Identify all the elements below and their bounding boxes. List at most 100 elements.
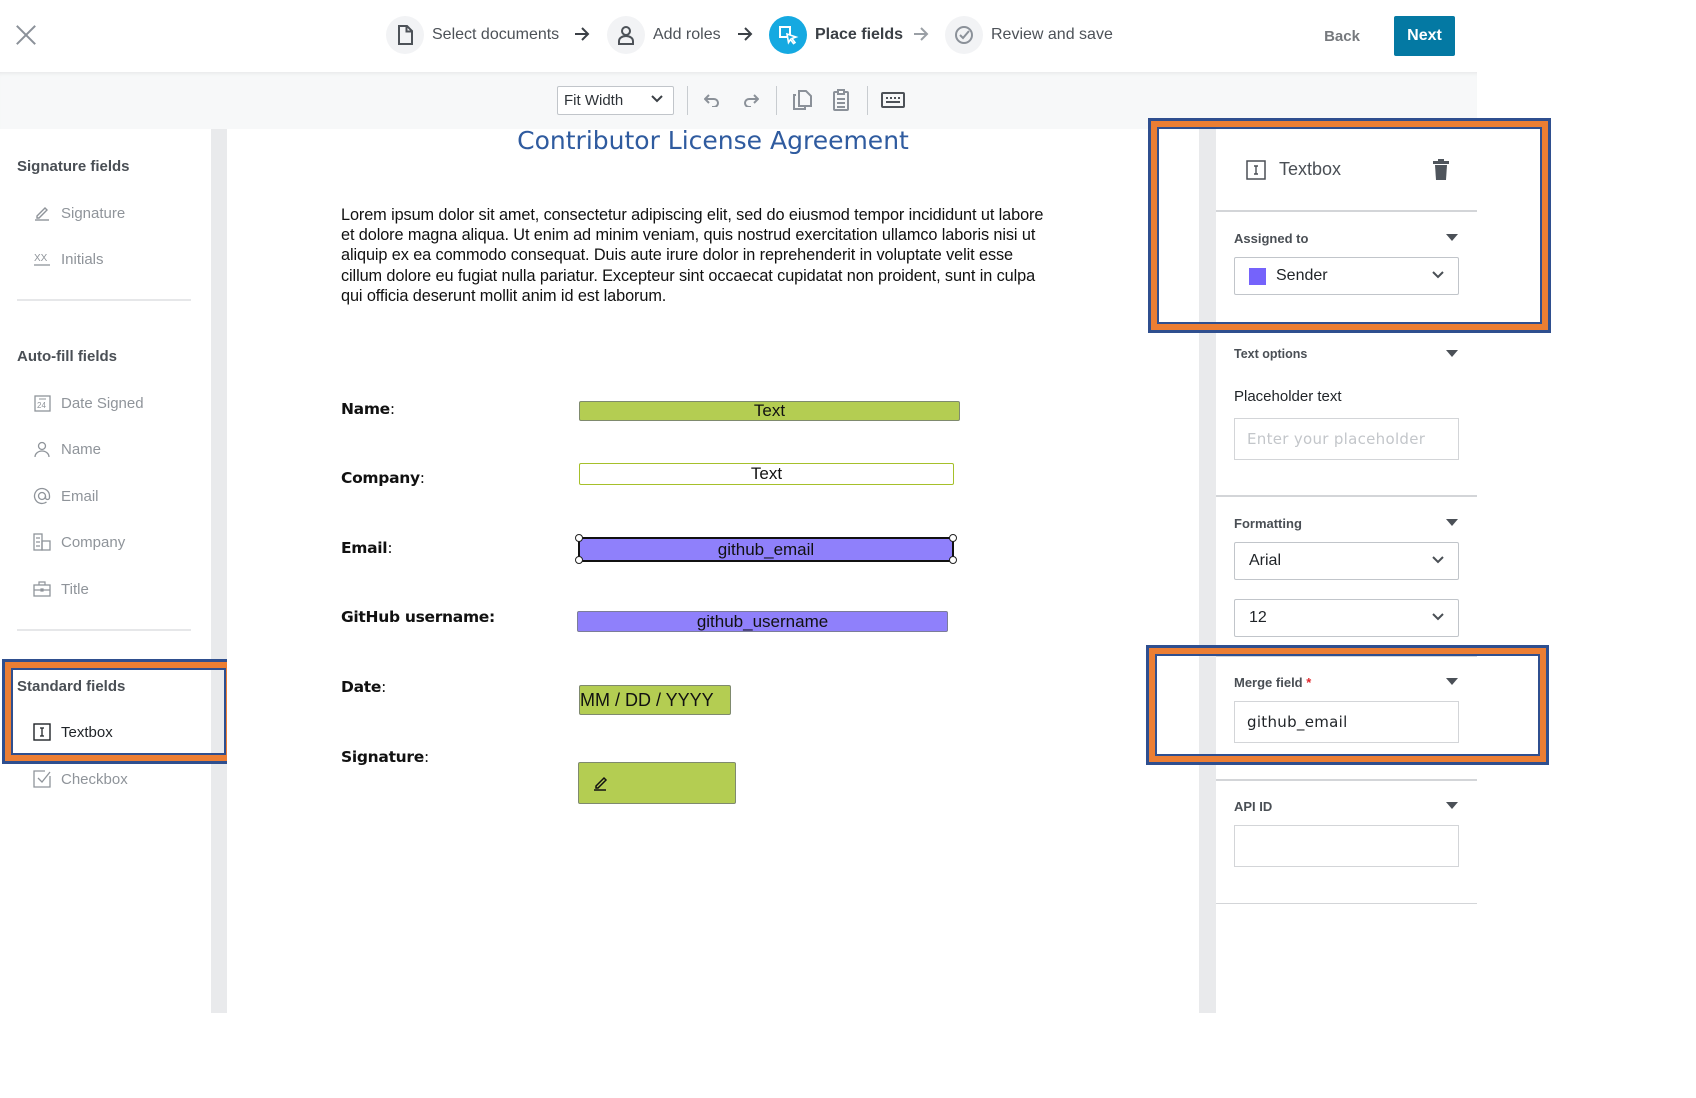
section-title-auto-fill-fields: Auto-fill fields bbox=[17, 348, 117, 365]
step-review-and-save[interactable]: Review and save bbox=[945, 16, 1113, 54]
doc-label-date: Date: bbox=[341, 678, 386, 696]
building-icon bbox=[33, 533, 51, 551]
collapse-caret-icon[interactable] bbox=[1446, 802, 1458, 809]
zoom-select[interactable]: Fit Width bbox=[557, 86, 674, 115]
sidebar-item-initials[interactable]: XX Initials bbox=[33, 247, 104, 271]
placed-field-signature[interactable] bbox=[578, 762, 736, 804]
step-add-roles[interactable]: Add roles bbox=[607, 16, 721, 54]
assigned-to-select[interactable]: Sender bbox=[1234, 257, 1459, 295]
sidebar-item-label: Date Signed bbox=[61, 394, 144, 412]
step-label: Add roles bbox=[653, 26, 721, 43]
body-line: et dolore magna aliqua. Ut enim ad minim… bbox=[341, 226, 1036, 245]
sidebar-item-title[interactable]: Title bbox=[33, 577, 89, 601]
body-line: qui officia deserunt mollit anim id est … bbox=[341, 286, 667, 305]
copy-icon[interactable] bbox=[790, 88, 814, 112]
placed-field-github-username[interactable]: github_username bbox=[577, 611, 948, 632]
assigned-to-label: Assigned to bbox=[1234, 231, 1309, 246]
section-title-standard-fields: Standard fields bbox=[17, 678, 126, 695]
undo-icon[interactable] bbox=[700, 88, 724, 112]
text-options-label: Text options bbox=[1234, 347, 1308, 361]
sidebar-item-email[interactable]: Email bbox=[33, 484, 99, 508]
sidebar-item-label: Checkbox bbox=[61, 770, 128, 788]
document-body: Lorem ipsum dolor sit amet, consectetur … bbox=[341, 205, 1086, 306]
chevron-down-icon bbox=[1432, 271, 1444, 279]
step-place-fields[interactable]: Place fields bbox=[769, 16, 903, 54]
collapse-caret-icon[interactable] bbox=[1446, 519, 1458, 526]
zoom-select-value: Fit Width bbox=[564, 92, 624, 109]
arrow-right-icon bbox=[914, 27, 929, 41]
font-family-value: Arial bbox=[1249, 552, 1282, 569]
briefcase-icon bbox=[33, 580, 51, 598]
chevron-down-icon bbox=[1432, 613, 1444, 621]
sidebar-item-name[interactable]: Name bbox=[33, 437, 101, 461]
properties-field-type: Textbox bbox=[1279, 159, 1342, 179]
formatting-label: Formatting bbox=[1234, 516, 1302, 531]
section-title-signature-fields: Signature fields bbox=[17, 158, 130, 175]
redo-icon[interactable] bbox=[739, 88, 763, 112]
next-button[interactable]: Next bbox=[1394, 16, 1455, 56]
sidebar-item-checkbox[interactable]: Checkbox bbox=[33, 767, 128, 791]
panel-divider bbox=[1216, 903, 1477, 904]
step-label: Select documents bbox=[432, 26, 560, 43]
sidebar-item-label: Title bbox=[61, 580, 89, 598]
doc-label-company: Company: bbox=[341, 469, 425, 487]
resize-handle[interactable] bbox=[949, 556, 957, 564]
arrow-right-icon bbox=[575, 27, 590, 41]
required-marker: * bbox=[1306, 675, 1312, 690]
calendar-icon: 24 bbox=[33, 394, 51, 412]
body-line: cillum dolore eu fugiat nulla pariatur. … bbox=[341, 266, 1036, 285]
field-palette-sidebar bbox=[0, 129, 211, 1098]
resize-handle[interactable] bbox=[949, 534, 957, 542]
placeholder-text-input[interactable] bbox=[1234, 418, 1459, 460]
toolbar-divider bbox=[776, 86, 777, 115]
step-label: Place fields bbox=[815, 26, 904, 43]
api-id-input[interactable] bbox=[1234, 825, 1459, 867]
svg-text:24: 24 bbox=[37, 401, 46, 410]
checkbox-icon bbox=[33, 770, 51, 788]
resize-handle[interactable] bbox=[575, 556, 583, 564]
back-button[interactable]: Back bbox=[1313, 24, 1371, 50]
sidebar-item-date-signed[interactable]: 24 Date Signed bbox=[33, 391, 144, 415]
paste-icon[interactable] bbox=[829, 88, 853, 112]
doc-label-email: Email: bbox=[341, 539, 393, 557]
sidebar-item-label: Initials bbox=[61, 250, 104, 268]
check-circle-icon bbox=[945, 16, 983, 54]
collapse-caret-icon[interactable] bbox=[1446, 350, 1458, 357]
close-icon[interactable] bbox=[14, 22, 38, 46]
sidebar-item-label: Email bbox=[61, 487, 99, 505]
panel-divider bbox=[1216, 210, 1477, 212]
doc-label-name: Name: bbox=[341, 400, 395, 418]
at-icon bbox=[33, 487, 51, 505]
merge-field-input[interactable] bbox=[1234, 701, 1459, 743]
placed-field-date[interactable]: MM / DD / YYYY bbox=[579, 685, 731, 715]
sidebar-item-label: Signature bbox=[61, 204, 126, 222]
body-line: Lorem ipsum dolor sit amet, consectetur … bbox=[341, 206, 1044, 224]
collapse-caret-icon[interactable] bbox=[1446, 678, 1458, 685]
placed-field-email[interactable]: github_email bbox=[578, 537, 954, 562]
placed-field-company[interactable]: Text bbox=[579, 463, 954, 485]
font-size-value: 12 bbox=[1249, 609, 1267, 626]
api-id-label: API ID bbox=[1234, 799, 1273, 814]
resize-handle[interactable] bbox=[575, 534, 583, 542]
sidebar-item-textbox[interactable]: Textbox bbox=[33, 720, 113, 744]
placed-field-name[interactable]: Text bbox=[579, 401, 960, 421]
assigned-to-value: Sender bbox=[1276, 267, 1328, 284]
sidebar-item-company[interactable]: Company bbox=[33, 530, 125, 554]
sidebar-item-label: Company bbox=[61, 533, 126, 551]
font-family-select[interactable]: Arial bbox=[1234, 542, 1459, 580]
role-color-swatch bbox=[1249, 267, 1266, 285]
person-icon bbox=[607, 16, 645, 54]
font-size-select[interactable]: 12 bbox=[1234, 599, 1459, 637]
sidebar-item-label: Name bbox=[61, 440, 102, 458]
sidebar-item-signature[interactable]: Signature bbox=[33, 201, 125, 225]
toolbar-divider bbox=[867, 86, 868, 115]
field-value: github_email bbox=[717, 539, 815, 559]
keyboard-icon[interactable] bbox=[879, 88, 907, 112]
body-line: aliquip ex ea commodo consequat. Duis au… bbox=[341, 246, 1013, 265]
person-icon bbox=[33, 440, 51, 458]
step-select-documents[interactable]: Select documents bbox=[386, 16, 559, 54]
trash-icon[interactable] bbox=[1432, 159, 1450, 181]
collapse-caret-icon[interactable] bbox=[1446, 234, 1458, 241]
sidebar-divider bbox=[17, 629, 191, 631]
placeholder-text-label: Placeholder text bbox=[1234, 388, 1342, 405]
